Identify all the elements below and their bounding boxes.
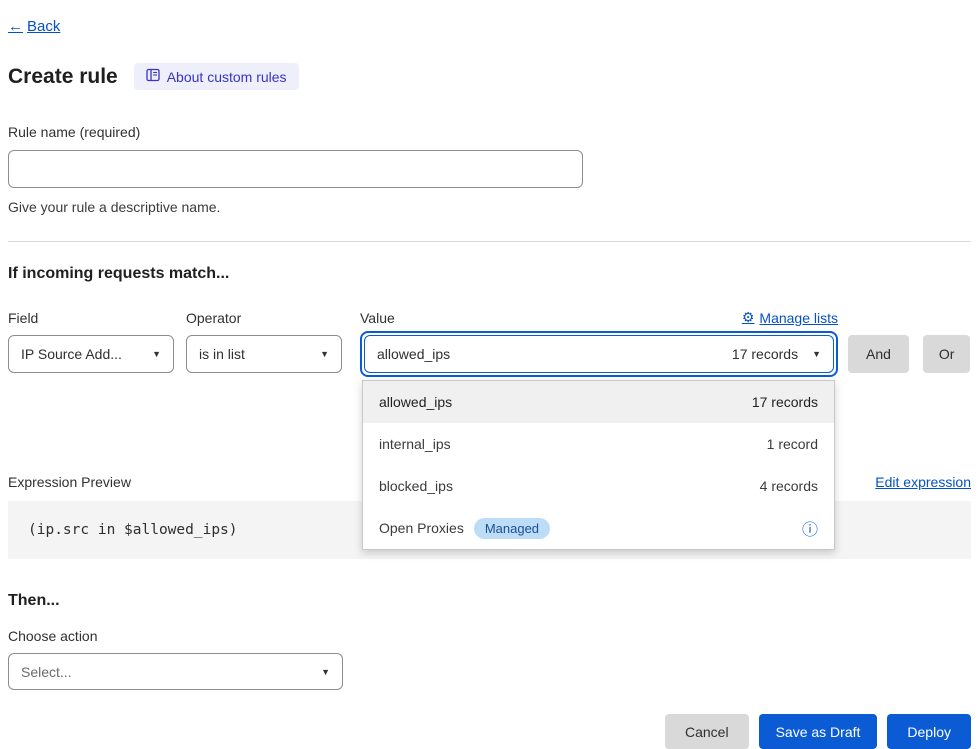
- back-link-label: Back: [27, 18, 60, 35]
- operator-select[interactable]: is in list ▼: [186, 335, 342, 373]
- rule-name-label: Rule name (required): [8, 124, 971, 140]
- manage-lists-label: Manage lists: [759, 310, 838, 326]
- value-label: Value: [360, 310, 395, 326]
- action-select[interactable]: Select... ▼: [8, 653, 343, 690]
- value-select-focus-ring: allowed_ips 17 records ▼ allowed_ips 17 …: [360, 331, 838, 377]
- footer-actions: Cancel Save as Draft Deploy: [8, 714, 971, 749]
- save-as-draft-button[interactable]: Save as Draft: [759, 714, 878, 749]
- value-select[interactable]: allowed_ips 17 records ▼: [364, 335, 834, 373]
- list-item-name: internal_ips: [379, 436, 451, 452]
- expression-code: (ip.src in $allowed_ips): [28, 522, 238, 538]
- rule-name-helper: Give your rule a descriptive name.: [8, 199, 971, 215]
- cancel-button[interactable]: Cancel: [665, 714, 749, 749]
- match-controls-row: IP Source Add... ▼ is in list ▼ allowed_…: [8, 335, 971, 377]
- list-item-name: allowed_ips: [379, 394, 452, 410]
- operator-label: Operator: [186, 310, 360, 326]
- list-item-records: 1 record: [767, 436, 818, 452]
- field-label: Field: [8, 310, 186, 326]
- section-divider: [8, 241, 971, 242]
- list-item-name: blocked_ips: [379, 478, 453, 494]
- rule-name-input[interactable]: [8, 150, 583, 188]
- about-badge-label: About custom rules: [167, 69, 287, 85]
- info-icon[interactable]: ⓘ: [802, 516, 818, 540]
- or-button[interactable]: Or: [923, 335, 971, 373]
- list-item[interactable]: allowed_ips 17 records: [363, 381, 834, 423]
- book-icon: [146, 68, 160, 85]
- then-section-heading: Then...: [8, 592, 971, 610]
- action-select-placeholder: Select...: [21, 664, 72, 680]
- match-labels-row: Field Operator Value ⚙Manage lists: [8, 309, 971, 326]
- chevron-down-icon: ▼: [320, 349, 329, 359]
- managed-badge: Managed: [474, 518, 550, 539]
- list-item[interactable]: blocked_ips 4 records: [363, 465, 834, 507]
- list-item-records: 17 records: [752, 394, 818, 410]
- deploy-button[interactable]: Deploy: [887, 714, 971, 749]
- manage-lists-link[interactable]: ⚙Manage lists: [742, 309, 838, 326]
- list-item[interactable]: internal_ips 1 record: [363, 423, 834, 465]
- back-link[interactable]: ←Back: [8, 18, 60, 35]
- match-section-heading: If incoming requests match...: [8, 265, 971, 283]
- list-item[interactable]: Open Proxies Managed ⓘ: [363, 507, 834, 549]
- back-arrow-icon: ←: [8, 18, 23, 35]
- field-select-value: IP Source Add...: [21, 346, 122, 362]
- choose-action-label: Choose action: [8, 628, 971, 644]
- list-item-records: 4 records: [760, 478, 818, 494]
- value-select-value: allowed_ips: [377, 346, 450, 362]
- chevron-down-icon: ▼: [812, 349, 821, 359]
- title-row: Create rule About custom rules: [8, 63, 971, 90]
- value-select-records: 17 records: [732, 346, 798, 362]
- gear-icon: ⚙: [742, 309, 755, 326]
- and-button[interactable]: And: [848, 335, 909, 373]
- expression-preview-label: Expression Preview: [8, 474, 131, 490]
- page-title: Create rule: [8, 65, 118, 89]
- operator-select-value: is in list: [199, 346, 245, 362]
- value-dropdown-menu: allowed_ips 17 records internal_ips 1 re…: [362, 380, 835, 550]
- create-rule-page: ←Back Create rule About custom rules Rul…: [0, 0, 979, 749]
- about-custom-rules-link[interactable]: About custom rules: [134, 63, 299, 90]
- field-select[interactable]: IP Source Add... ▼: [8, 335, 174, 373]
- list-item-name: Open Proxies: [379, 520, 464, 536]
- chevron-down-icon: ▼: [152, 349, 161, 359]
- chevron-down-icon: ▼: [321, 667, 330, 677]
- edit-expression-link[interactable]: Edit expression: [875, 474, 971, 490]
